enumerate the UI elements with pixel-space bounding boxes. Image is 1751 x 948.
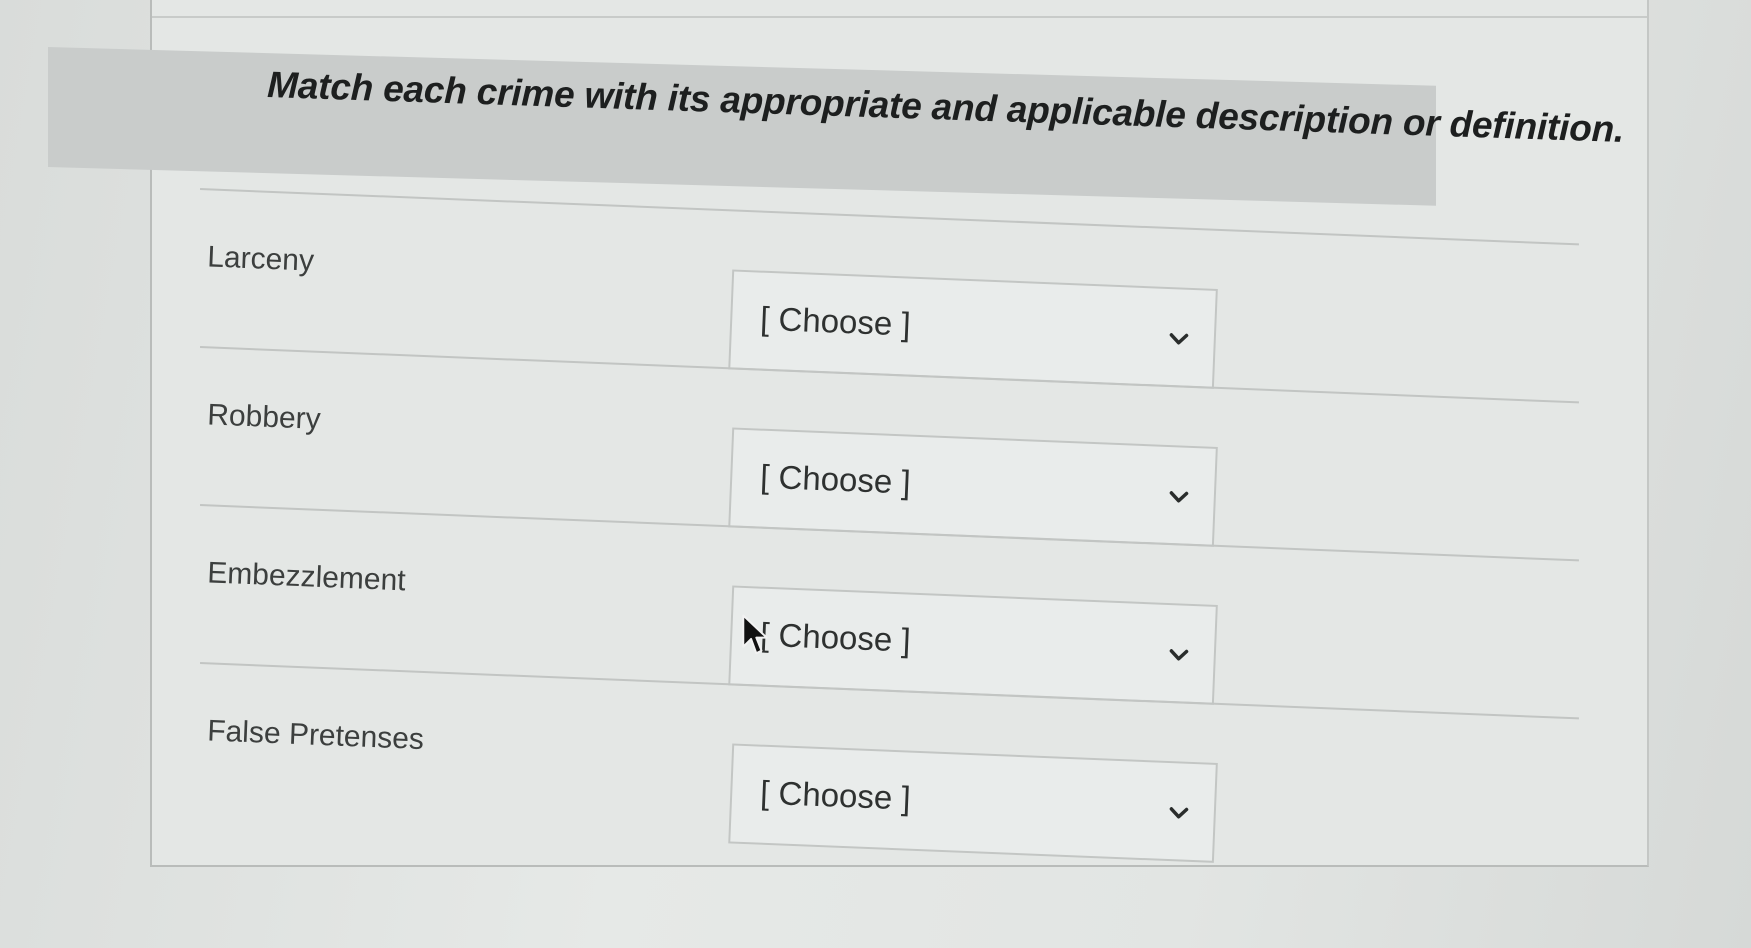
- chevron-down-icon: [1169, 333, 1189, 345]
- term-label: Robbery: [206, 398, 322, 436]
- dropdown-value: [ Choose ]: [759, 773, 912, 817]
- term-label: False Pretenses: [206, 714, 425, 757]
- term-label: Embezzlement: [206, 556, 407, 598]
- mouse-cursor-icon: [742, 614, 768, 655]
- screen: Match each crime with its appropriate an…: [0, 0, 1751, 948]
- chevron-down-icon: [1169, 649, 1189, 661]
- answer-dropdown[interactable]: [ Choose ]: [728, 743, 1218, 863]
- chevron-down-icon: [1169, 491, 1189, 503]
- dropdown-value: [ Choose ]: [759, 457, 912, 501]
- dropdown-value: [ Choose ]: [759, 615, 912, 659]
- chevron-down-icon: [1169, 807, 1189, 819]
- term-label: Larceny: [206, 240, 315, 278]
- panel-top-divider: [152, 16, 1647, 18]
- dropdown-value: [ Choose ]: [759, 299, 912, 343]
